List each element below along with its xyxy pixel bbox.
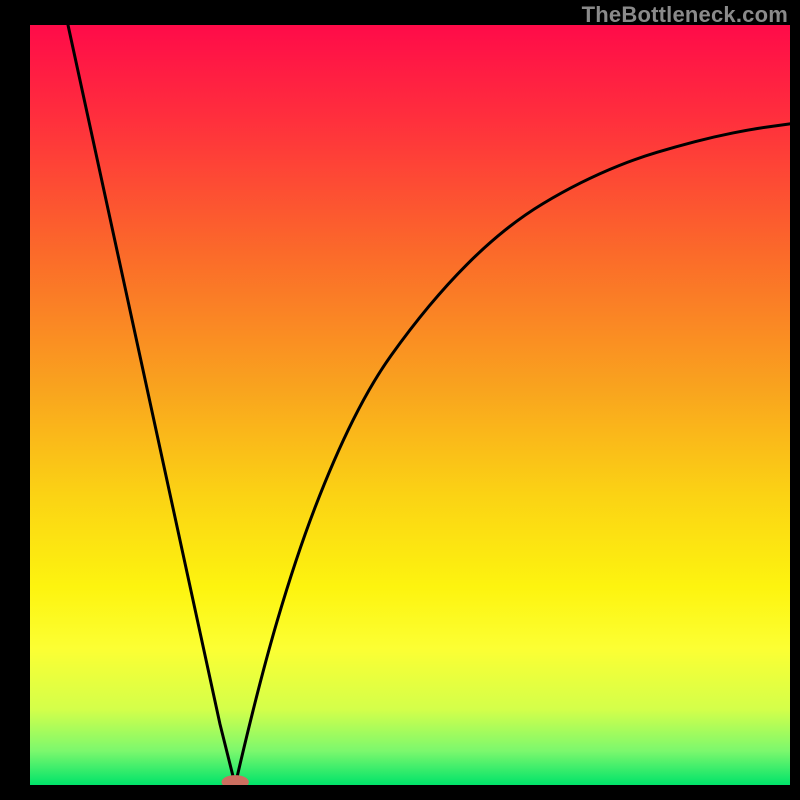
chart-svg	[30, 25, 790, 785]
gradient-background	[30, 25, 790, 785]
chart-frame: TheBottleneck.com	[0, 0, 800, 800]
plot-area	[30, 25, 790, 785]
